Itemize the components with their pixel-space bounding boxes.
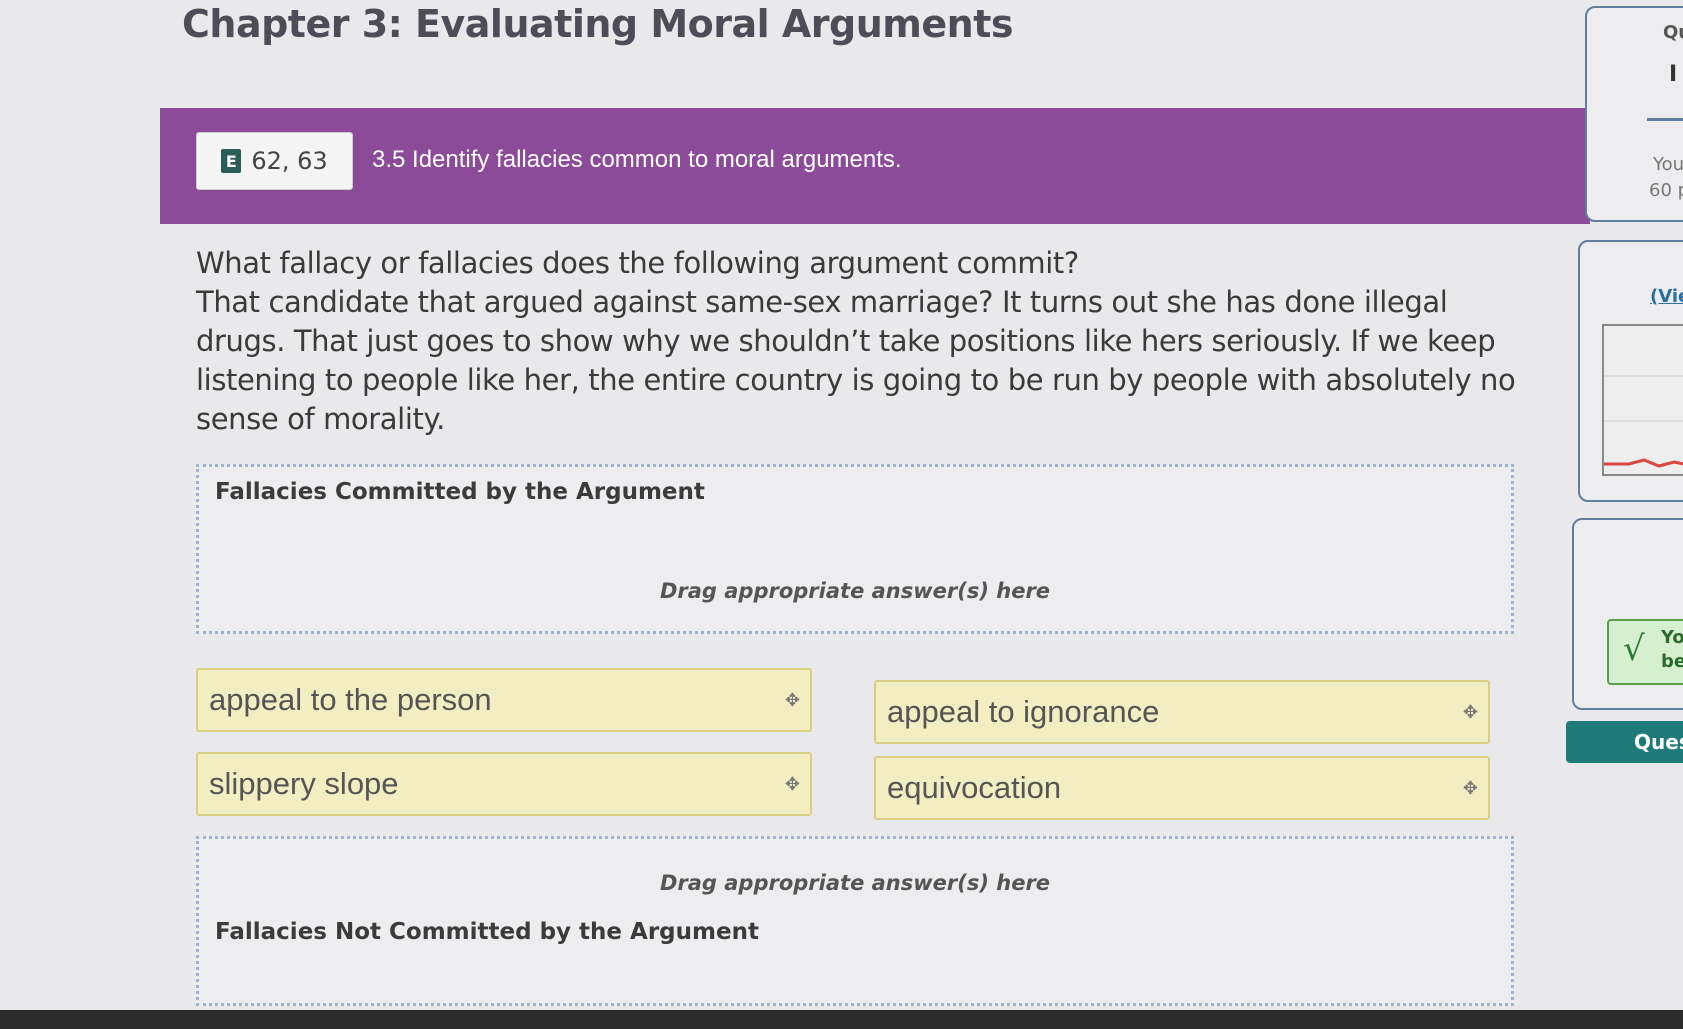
learning-objective: 3.5 Identify fallacies common to moral a…: [372, 146, 902, 173]
answer-chip-label: appeal to ignorance: [887, 694, 1160, 729]
dropzone-committed[interactable]: Fallacies Committed by the Argument Drag…: [196, 464, 1514, 634]
page-title: Chapter 3: Evaluating Moral Arguments: [182, 2, 1014, 46]
sidebar-view-link[interactable]: (Vie: [1650, 286, 1683, 307]
move-icon: ✥: [1462, 702, 1478, 722]
progress-chart-svg: [1604, 375, 1683, 468]
answer-chip-appeal-to-ignorance[interactable]: appeal to ignorance ✥: [874, 680, 1490, 744]
answer-chip-label: slippery slope: [209, 766, 399, 801]
question-nav-button[interactable]: Quest: [1566, 721, 1683, 763]
check-icon: √: [1623, 629, 1645, 669]
sidebar-points-label: 60 p: [1649, 180, 1683, 201]
move-icon: ✥: [784, 774, 800, 794]
objective-banner: E 62, 63 3.5 Identify fallacies common t…: [160, 108, 1590, 224]
dropzone-not-committed[interactable]: Drag appropriate answer(s) here Fallacie…: [196, 836, 1514, 1006]
move-icon: ✥: [784, 690, 800, 710]
question-argument: That candidate that argued against same-…: [196, 285, 1516, 436]
screen-bottom-bezel: [0, 1010, 1683, 1029]
dropzone-not-committed-title: Fallacies Not Committed by the Argument: [215, 919, 759, 945]
answer-chip-equivocation[interactable]: equivocation ✥: [874, 756, 1490, 820]
ebook-icon: E: [221, 149, 242, 173]
sidebar-card-heading: Qu: [1663, 22, 1683, 43]
dropzone-committed-title: Fallacies Committed by the Argument: [215, 479, 705, 505]
feedback-text-1: Yo: [1661, 627, 1683, 648]
answer-chip-label: equivocation: [887, 770, 1062, 805]
answer-chip-appeal-to-person[interactable]: appeal to the person ✥: [196, 668, 812, 732]
dropzone-committed-hint: Drag appropriate answer(s) here: [659, 579, 1051, 603]
answer-chip-slippery-slope[interactable]: slippery slope ✥: [196, 752, 812, 816]
ebook-link-button[interactable]: E 62, 63: [196, 132, 353, 190]
question-text: What fallacy or fallacies does the follo…: [196, 244, 1516, 439]
dropzone-not-committed-hint: Drag appropriate answer(s) here: [659, 871, 1051, 895]
sidebar-score-card: Qu I You 60 p: [1585, 6, 1683, 222]
sidebar-card-line: I: [1669, 62, 1678, 87]
sidebar-you-label: You: [1653, 154, 1683, 175]
sidebar-divider: [1647, 118, 1683, 121]
answer-chip-label: appeal to the person: [209, 682, 492, 717]
feedback-text-2: be: [1661, 651, 1683, 672]
question-prompt: What fallacy or fallacies does the follo…: [196, 246, 1079, 280]
progress-chart: [1602, 324, 1683, 476]
ebook-pages: 62, 63: [251, 147, 328, 175]
move-icon: ✥: [1462, 778, 1478, 798]
chart-series-line: [1604, 458, 1683, 468]
feedback-banner: √ Yo be: [1607, 619, 1683, 685]
